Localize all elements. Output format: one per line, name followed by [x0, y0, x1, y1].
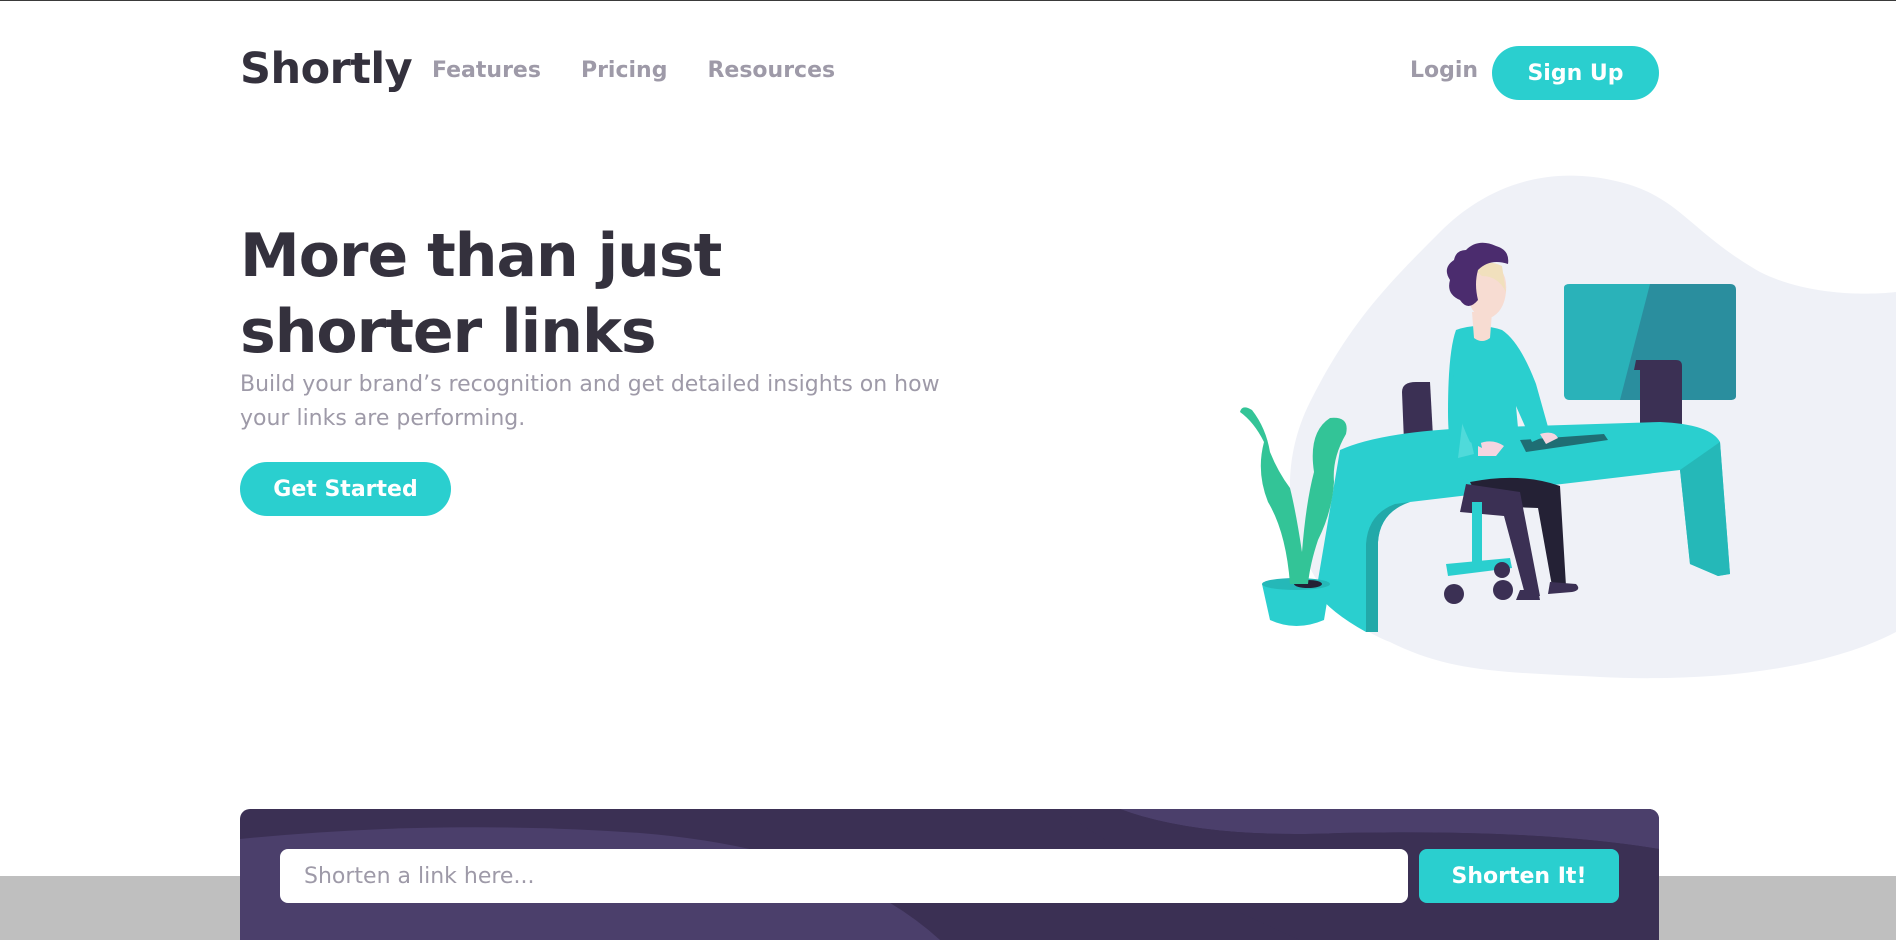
plant-pot-shape: [1262, 584, 1330, 626]
shorten-link-panel: Shorten It!: [240, 809, 1659, 940]
shorten-link-input[interactable]: [280, 849, 1408, 903]
sign-up-button[interactable]: Sign Up: [1492, 46, 1659, 100]
login-link[interactable]: Login: [1410, 56, 1478, 86]
hero-title: More than just shorter links: [240, 221, 722, 367]
person-working-at-desk-illustration: [1240, 175, 1896, 679]
shorten-it-button[interactable]: Shorten It!: [1419, 849, 1619, 903]
hero-subtitle: Build your brand’s recognition and get d…: [240, 372, 940, 431]
main-nav: Features Pricing Resources: [432, 56, 835, 86]
nav-item-pricing[interactable]: Pricing: [581, 56, 668, 86]
get-started-button[interactable]: Get Started: [240, 462, 451, 516]
nav-item-resources[interactable]: Resources: [707, 56, 835, 86]
top-border-line: [0, 0, 1896, 1]
brand-logo[interactable]: Shortly: [240, 40, 413, 98]
nav-item-features[interactable]: Features: [432, 56, 541, 86]
